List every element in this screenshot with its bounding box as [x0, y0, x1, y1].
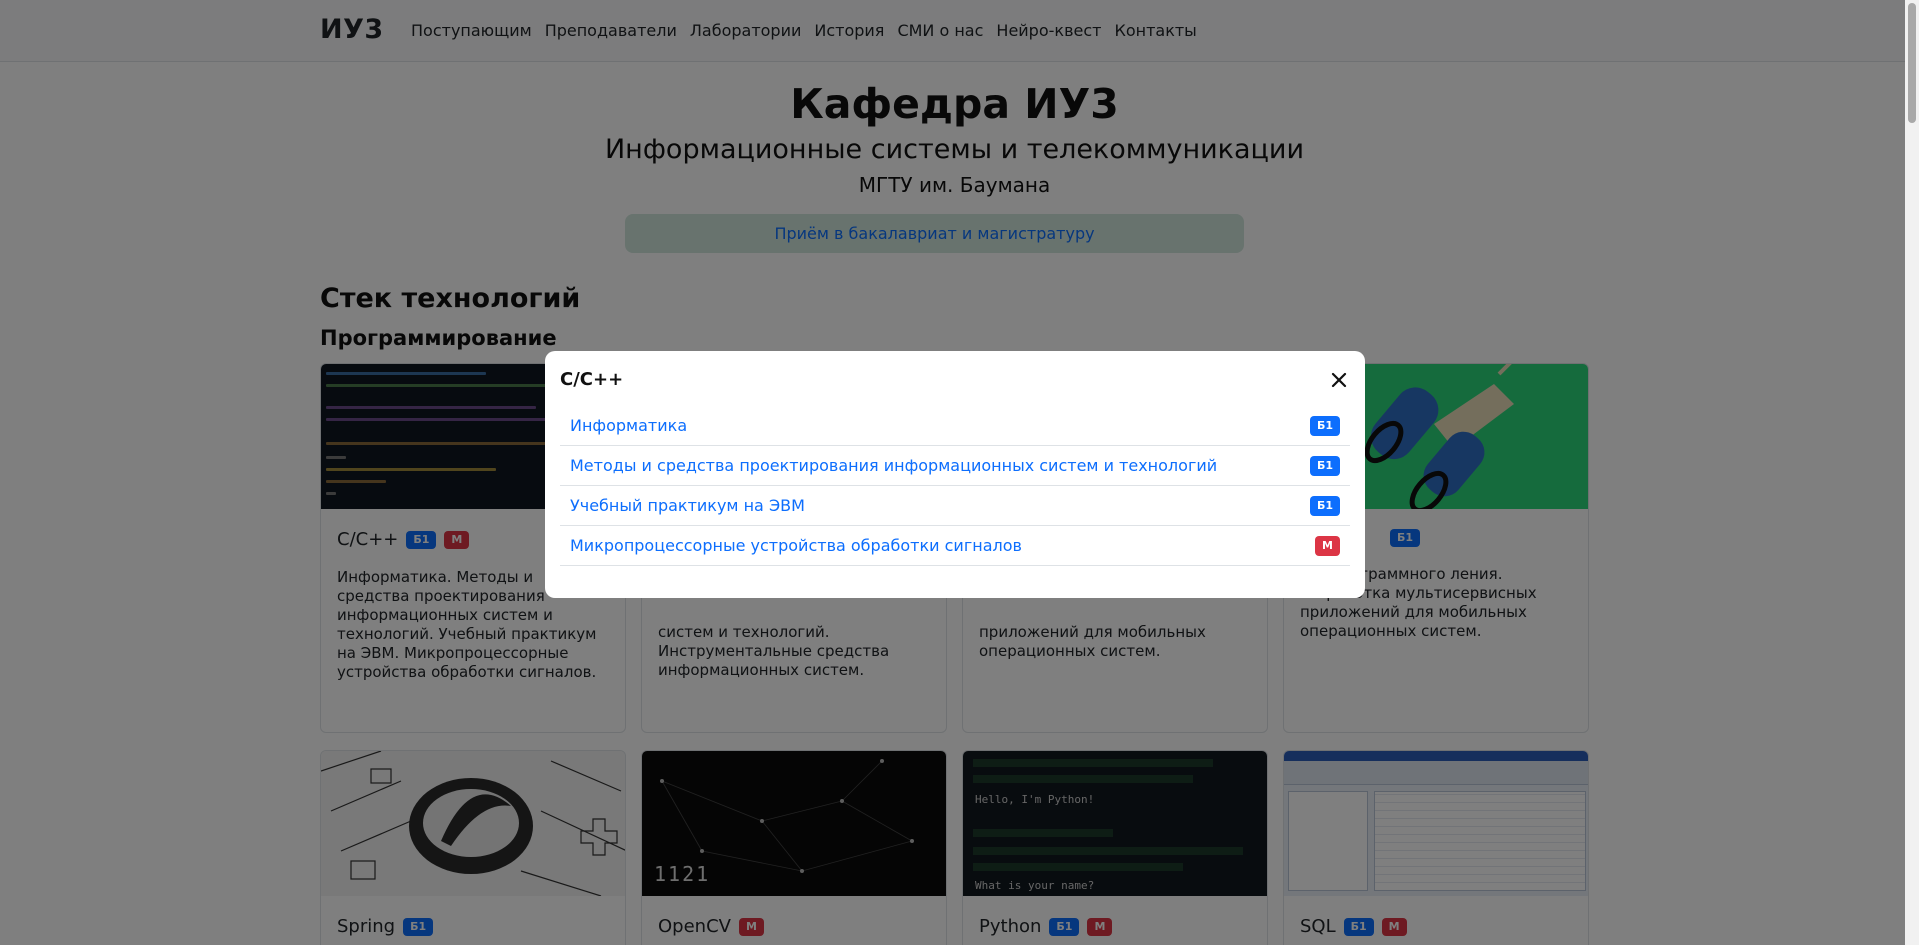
course-list: Информатика Б1 Методы и средства проекти… [560, 406, 1350, 566]
course-link[interactable]: Информатика [570, 416, 687, 435]
badge-master: М [1315, 535, 1340, 556]
badge-bachelor: Б1 [1309, 455, 1340, 476]
badge-bachelor: Б1 [1309, 415, 1340, 436]
course-link[interactable]: Методы и средства проектирования информа… [570, 456, 1217, 475]
page-scrollbar[interactable] [1905, 0, 1919, 945]
course-link[interactable]: Учебный практикум на ЭВМ [570, 496, 805, 515]
scrollbar-thumb[interactable] [1908, 3, 1916, 123]
course-list-item[interactable]: Информатика Б1 [560, 406, 1350, 446]
badge-bachelor: Б1 [1309, 495, 1340, 516]
course-link[interactable]: Микропроцессорные устройства обработки с… [570, 536, 1022, 555]
course-list-item[interactable]: Учебный практикум на ЭВМ Б1 [560, 486, 1350, 526]
course-list-item[interactable]: Микропроцессорные устройства обработки с… [560, 526, 1350, 566]
close-button[interactable] [1327, 368, 1351, 392]
course-modal: C/C++ Информатика Б1 Методы и средства п… [545, 351, 1365, 598]
modal-title: C/C++ [560, 369, 624, 390]
course-list-item[interactable]: Методы и средства проектирования информа… [560, 446, 1350, 486]
close-icon [1331, 372, 1347, 388]
